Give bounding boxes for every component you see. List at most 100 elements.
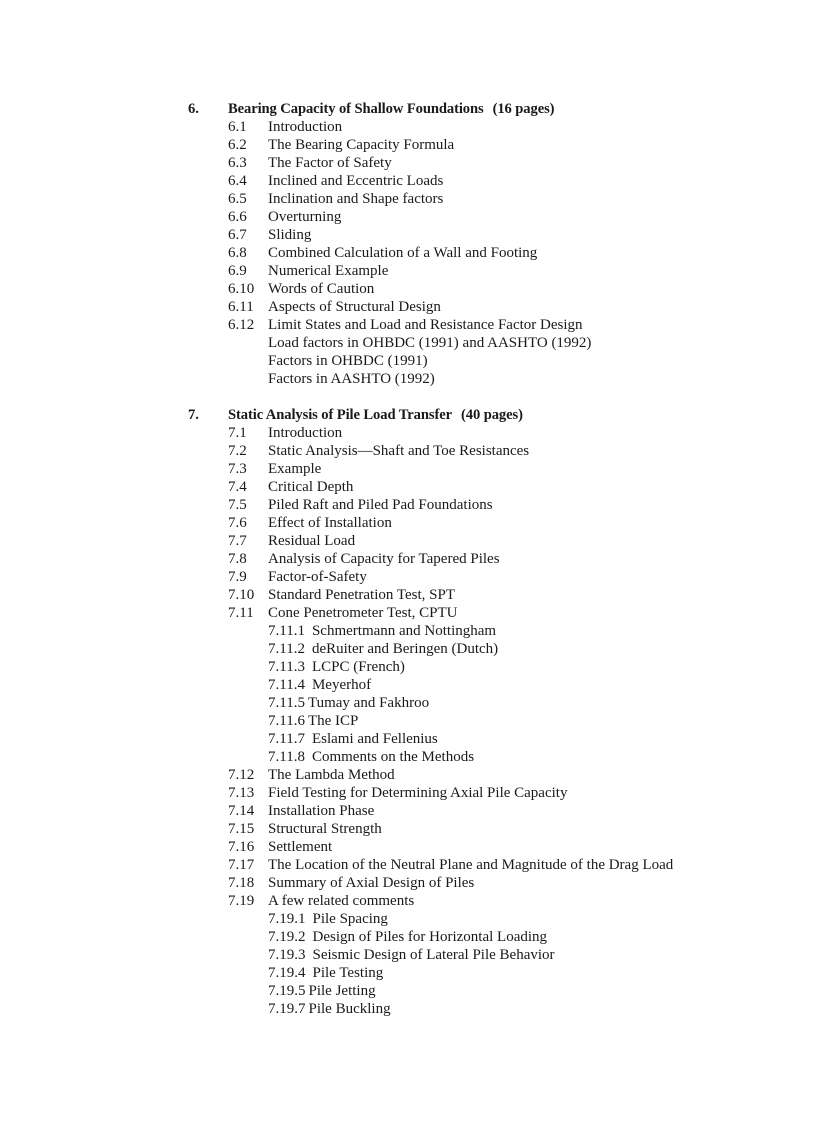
toc-section-entry: 7.7 Residual Load <box>188 532 788 550</box>
toc-entry-number: 7.19.2 <box>268 929 306 945</box>
toc-section-entry: 7.8 Analysis of Capacity for Tapered Pile… <box>188 550 788 568</box>
toc-entry-number: 7.17 <box>228 857 255 873</box>
toc-entry-title: Eslami and Fellenius <box>311 731 438 747</box>
toc-entry-number: 6.5 <box>228 191 247 207</box>
toc-entry-title: Design of Piles for Horizontal Loading <box>312 929 548 945</box>
toc-entry-number: 7.18 <box>228 875 255 891</box>
toc-entry-title: Factors in OHBDC (1991) <box>268 353 428 369</box>
toc-section-entry: 7.12 The Lambda Method <box>188 766 788 784</box>
toc-section-entry: 7.2 Static Analysis—Shaft and Toe Resista… <box>188 442 788 460</box>
toc-section-entry: 7.14 Installation Phase <box>188 802 788 820</box>
toc-subsection-entry: 7.11.6 The ICP <box>188 712 788 730</box>
toc-section-entry: 7.17 The Location of the Neutral Plane an… <box>188 856 788 874</box>
toc-entry-title: The Factor of Safety <box>268 155 392 171</box>
toc-entry-number: 6.6 <box>228 209 247 225</box>
toc-entry-title: Summary of Axial Design of Piles <box>268 875 475 891</box>
toc-entry-number: 7.11.3 <box>268 659 305 675</box>
toc-entry-number: 7.5 <box>228 497 247 513</box>
toc-entry-number: 6.9 <box>228 263 247 279</box>
toc-section-entry: 6.3 The Factor of Safety <box>188 154 788 172</box>
toc-entry-title: A few related comments <box>268 893 415 909</box>
toc-entry-title: Pile Spacing <box>312 911 388 927</box>
toc-continuation-line: Factors in OHBDC (1991) <box>188 352 788 370</box>
toc-entry-number: 7.19.4 <box>268 965 306 981</box>
chapter-title: Static Analysis of Pile Load Transfer <box>228 407 452 423</box>
toc-entry-number: 7.11 <box>228 605 254 621</box>
toc-entry-number: 7.11.6 <box>268 713 305 729</box>
toc-entry-number: 7.1 <box>228 425 247 441</box>
toc-entry-title: Residual Load <box>268 533 356 549</box>
document-page: 6. Bearing Capacity of Shallow Foundation… <box>0 0 816 1123</box>
toc-subsection-entry: 7.11.8 Comments on the Methods <box>188 748 788 766</box>
chapter-number: 6. <box>188 101 199 117</box>
toc-entry-number: 6.10 <box>228 281 255 297</box>
toc-entry-title: LCPC (French) <box>311 659 405 675</box>
toc-entry-title: deRuiter and Beringen (Dutch) <box>311 641 499 657</box>
chapter-heading: 6. Bearing Capacity of Shallow Foundation… <box>188 100 788 118</box>
toc-subsection-entry: 7.19.1 Pile Spacing <box>188 910 788 928</box>
toc-entry-title: Pile Testing <box>312 965 384 981</box>
toc-entry-number: 6.4 <box>228 173 247 189</box>
toc-entry-title: Combined Calculation of a Wall and Footi… <box>268 245 538 261</box>
toc-section-entry: 7.1 Introduction <box>188 424 788 442</box>
toc-section-entry: 6.4 Inclined and Eccentric Loads <box>188 172 788 190</box>
toc-section-entry: 7.18 Summary of Axial Design of Piles <box>188 874 788 892</box>
toc-entry-number: 6.1 <box>228 119 247 135</box>
toc-subsection-entry: 7.11.2 deRuiter and Beringen (Dutch) <box>188 640 788 658</box>
toc-entry-title: Factors in AASHTO (1992) <box>268 371 435 387</box>
toc-entry-title: The Location of the Neutral Plane and Ma… <box>268 857 674 873</box>
toc-section-entry: 6.12 Limit States and Load and Resistance… <box>188 316 788 334</box>
toc-entry-title: Pile Buckling <box>308 1001 391 1017</box>
toc-entry-title: The Bearing Capacity Formula <box>268 137 455 153</box>
toc-entry-number: 7.19.5 <box>268 983 306 999</box>
toc-section-entry: 6.7 Sliding <box>188 226 788 244</box>
toc-entry-title: Standard Penetration Test, SPT <box>268 587 455 603</box>
toc-subsection-entry: 7.19.3 Seismic Design of Lateral Pile Beh… <box>188 946 788 964</box>
toc-entry-number: 7.19 <box>228 893 255 909</box>
toc-entry-number: 7.19.3 <box>268 947 306 963</box>
toc-entry-title: Schmertmann and Nottingham <box>311 623 497 639</box>
toc-subsection-entry: 7.19.7 Pile Buckling <box>188 1000 788 1018</box>
toc-entry-number: 7.11.2 <box>268 641 305 657</box>
toc-entry-number: 7.9 <box>228 569 247 585</box>
toc-entry-title: Words of Caution <box>268 281 375 297</box>
toc-entry-title: Introduction <box>268 425 343 441</box>
toc-section-entry: 7.6 Effect of Installation <box>188 514 788 532</box>
toc-entry-title: Seismic Design of Lateral Pile Behavior <box>312 947 555 963</box>
toc-entry-title: Aspects of Structural Design <box>268 299 441 315</box>
toc-entry-title: Pile Jetting <box>308 983 376 999</box>
toc-entry-title: Tumay and Fakhroo <box>307 695 430 711</box>
toc-entry-title: Effect of Installation <box>268 515 392 531</box>
toc-entry-number: 7.15 <box>228 821 255 837</box>
toc-entry-number: 7.13 <box>228 785 255 801</box>
toc-entry-title: Introduction <box>268 119 343 135</box>
chapter-heading: 7. Static Analysis of Pile Load Transfer (… <box>188 406 788 424</box>
toc-section-entry: 6.2 The Bearing Capacity Formula <box>188 136 788 154</box>
toc-entry-number: 6.8 <box>228 245 247 261</box>
toc-entry-number: 7.19.1 <box>268 911 306 927</box>
toc-entry-title: Limit States and Load and Resistance Fac… <box>268 317 583 333</box>
toc-section-entry: 7.9 Factor-of-Safety <box>188 568 788 586</box>
toc-entry-title: Installation Phase <box>268 803 375 819</box>
chapter-block: 7. Static Analysis of Pile Load Transfer (… <box>188 406 788 1018</box>
toc-entry-number: 7.7 <box>228 533 247 549</box>
toc-entry-number: 7.2 <box>228 443 247 459</box>
toc-continuation-line: Load factors in OHBDC (1991) and AASHTO … <box>188 334 788 352</box>
toc-section-entry: 6.9 Numerical Example <box>188 262 788 280</box>
toc-entry-title: Factor-of-Safety <box>268 569 367 585</box>
toc-entry-number: 7.11.8 <box>268 749 305 765</box>
toc-section-entry: 7.5 Piled Raft and Piled Pad Foundations <box>188 496 788 514</box>
toc-entry-title: Sliding <box>268 227 312 243</box>
toc-subsection-entry: 7.19.2 Design of Piles for Horizontal Loa… <box>188 928 788 946</box>
toc-subsection-entry: 7.19.5 Pile Jetting <box>188 982 788 1000</box>
toc-entry-title: Static Analysis—Shaft and Toe Resistance… <box>268 443 530 459</box>
toc-subsection-entry: 7.11.4 Meyerhof <box>188 676 788 694</box>
toc-entry-number: 7.11.1 <box>268 623 305 639</box>
toc-section-entry: 6.6 Overturning <box>188 208 788 226</box>
table-of-contents: 6. Bearing Capacity of Shallow Foundation… <box>188 100 788 1018</box>
chapter-title: Bearing Capacity of Shallow Foundations <box>228 101 484 117</box>
toc-entry-title: Load factors in OHBDC (1991) and AASHTO … <box>268 335 592 351</box>
toc-entry-title: Settlement <box>268 839 333 855</box>
toc-entry-number: 7.14 <box>228 803 255 819</box>
toc-entry-title: Meyerhof <box>311 677 372 693</box>
